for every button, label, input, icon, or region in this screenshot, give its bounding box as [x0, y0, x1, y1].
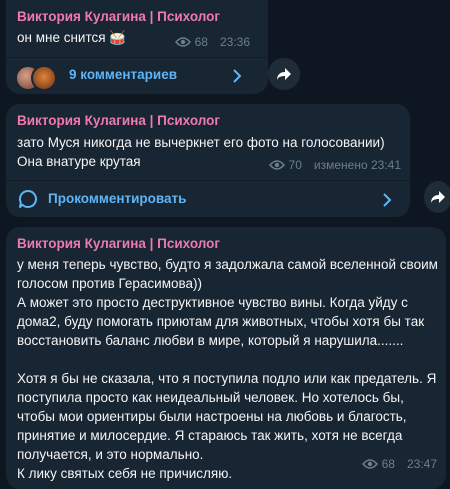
message-bubble-2: Виктория Кулагина | Психолог зато Муся н… — [6, 104, 410, 217]
message-time: 23:47 — [406, 457, 437, 471]
message-meta: 68 23:36 — [174, 35, 250, 49]
message-author[interactable]: Виктория Кулагина | Психолог — [17, 113, 220, 128]
views-count: 68 — [381, 457, 395, 471]
message-bubble-1: Виктория Кулагина | Психолог он мне снит… — [6, 0, 268, 94]
message-time: 23:36 — [219, 35, 250, 49]
chevron-right-icon — [233, 69, 242, 83]
chevron-right-icon — [383, 193, 392, 207]
message-text: он мне снится 🥁 — [17, 30, 127, 45]
views-count: 70 — [288, 158, 302, 172]
share-arrow-icon — [431, 191, 445, 203]
views-icon — [174, 37, 191, 47]
comment-link[interactable]: Прокомментировать — [48, 191, 186, 206]
avatar — [31, 65, 57, 91]
message-time: изменено 23:41 — [313, 158, 401, 172]
message-author[interactable]: Виктория Кулагина | Психолог — [17, 236, 220, 251]
share-button[interactable] — [268, 58, 300, 90]
views-icon — [361, 459, 378, 469]
share-arrow-icon — [277, 68, 291, 80]
comments-row[interactable]: 9 комментариев — [6, 58, 268, 94]
commenter-avatars — [15, 65, 59, 91]
message-meta: 70 изменено 23:41 — [268, 158, 401, 172]
views-icon — [268, 160, 285, 170]
comment-bubble-icon — [18, 189, 37, 208]
message-text: у меня теперь чувство, будто я задолжала… — [17, 257, 438, 481]
message-author[interactable]: Виктория Кулагина | Психолог — [17, 9, 220, 24]
message-meta: 68 23:47 — [361, 457, 437, 471]
share-button[interactable] — [424, 181, 450, 213]
message-bubble-3: Виктория Кулагина | Психолог у меня тепе… — [6, 227, 446, 489]
comment-row[interactable]: Прокомментировать — [6, 181, 410, 217]
views-count: 68 — [194, 35, 208, 49]
comments-count-link[interactable]: 9 комментариев — [69, 67, 177, 82]
